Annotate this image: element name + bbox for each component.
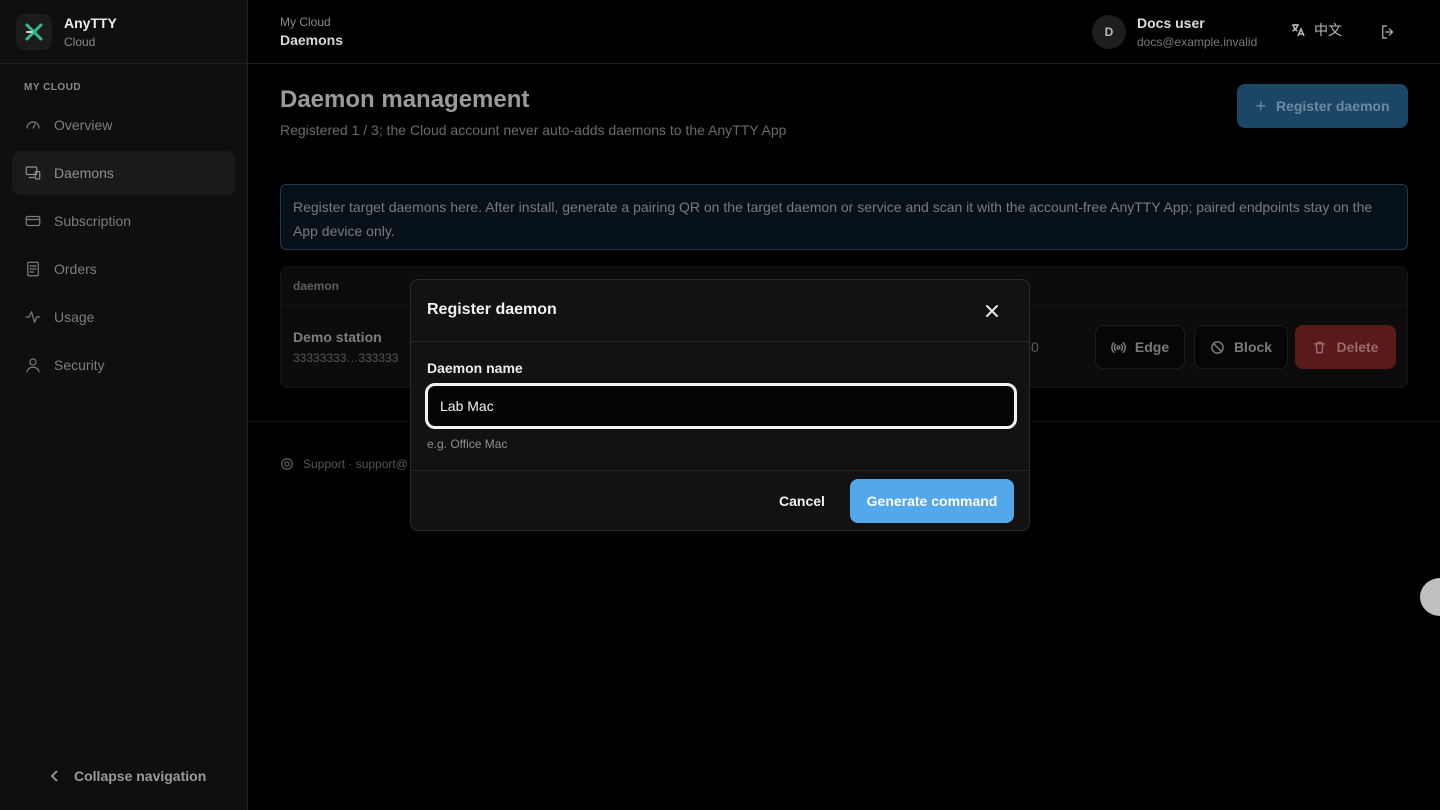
- breadcrumb-current: Daemons: [280, 32, 344, 48]
- brand-subtitle: Cloud: [64, 34, 96, 49]
- language-switch-button[interactable]: 中文: [1290, 20, 1342, 40]
- sidebar-item-label: Overview: [54, 117, 113, 133]
- close-icon: [986, 305, 998, 317]
- info-banner: Register target daemons here. After inst…: [280, 184, 1408, 250]
- support-text: Support · support@: [303, 457, 408, 471]
- block-button[interactable]: Block: [1194, 325, 1288, 369]
- plus-icon: +: [1255, 95, 1266, 116]
- gauge-icon: [26, 121, 40, 129]
- sidebar: AnyTTY Cloud MY CLOUD Overview Daemons S…: [0, 0, 248, 810]
- daemon-name-input[interactable]: [425, 383, 1017, 429]
- broadcast-icon: [1111, 341, 1126, 353]
- register-daemon-label: Register daemon: [1275, 98, 1390, 114]
- nav-section-label: MY CLOUD: [24, 82, 82, 93]
- collapse-navigation-label: Collapse navigation: [74, 768, 207, 784]
- page-subtitle: Registered 1 / 3; the Cloud account neve…: [280, 122, 787, 138]
- cancel-button[interactable]: Cancel: [767, 479, 837, 523]
- chevron-left-icon: [50, 770, 58, 782]
- block-label: Block: [1233, 339, 1273, 355]
- trash-icon: [1314, 341, 1326, 353]
- close-button[interactable]: [979, 298, 1005, 324]
- daemon-name: Demo station: [293, 329, 382, 345]
- sidebar-item-label: Orders: [54, 261, 97, 277]
- support-icon: [281, 458, 293, 470]
- logout-button[interactable]: [1376, 20, 1400, 44]
- dialog-title: Register daemon: [427, 301, 557, 318]
- sidebar-item-security[interactable]: Security: [12, 343, 235, 387]
- daemon-name-hint: e.g. Office Mac: [427, 437, 508, 451]
- sidebar-item-label: Usage: [54, 309, 95, 325]
- devices-icon: [25, 166, 41, 180]
- register-daemon-button[interactable]: + Register daemon: [1237, 84, 1408, 128]
- delete-label: Delete: [1336, 339, 1379, 355]
- sidebar-item-label: Daemons: [54, 165, 114, 181]
- ban-icon: [1211, 340, 1224, 354]
- sidebar-item-daemons[interactable]: Daemons: [12, 151, 235, 195]
- logout-icon: [1382, 25, 1394, 39]
- collapse-navigation-button[interactable]: Collapse navigation: [48, 768, 206, 784]
- floating-assistant-button[interactable]: [1420, 578, 1440, 616]
- language-label: 中文: [1314, 22, 1342, 38]
- support-link[interactable]: Support · support@: [280, 457, 408, 471]
- sidebar-item-label: Security: [54, 357, 105, 373]
- translate-icon: [1292, 24, 1305, 37]
- top-bar: My Cloud Daemons D Docs user docs@exampl…: [248, 0, 1440, 64]
- user-icon: [26, 358, 40, 373]
- avatar[interactable]: D: [1092, 15, 1126, 49]
- user-name: Docs user: [1137, 15, 1205, 31]
- daemon-id: 33333333…333333: [293, 351, 399, 365]
- page-title: Daemon management: [280, 86, 530, 113]
- generate-command-button[interactable]: Generate command: [850, 479, 1014, 523]
- edge-button[interactable]: Edge: [1095, 325, 1185, 369]
- column-header-daemon: daemon: [293, 279, 340, 293]
- daemon-name-label: Daemon name: [427, 360, 523, 376]
- sidebar-item-subscription[interactable]: Subscription: [12, 199, 235, 243]
- credit-card-icon: [25, 215, 41, 227]
- activity-icon: [25, 311, 41, 323]
- user-email: docs@example.invalid: [1137, 35, 1258, 49]
- delete-button[interactable]: Delete: [1295, 325, 1396, 369]
- sidebar-item-orders[interactable]: Orders: [12, 247, 235, 291]
- receipt-icon: [27, 261, 39, 277]
- brand-name: AnyTTY: [64, 14, 117, 31]
- sidebar-item-label: Subscription: [54, 213, 132, 229]
- anytty-logo: [16, 13, 52, 50]
- breadcrumb-parent[interactable]: My Cloud: [280, 15, 331, 29]
- daemon-count: 0: [1031, 339, 1039, 355]
- sidebar-item-usage[interactable]: Usage: [12, 295, 235, 339]
- sidebar-item-overview[interactable]: Overview: [12, 103, 235, 147]
- edge-label: Edge: [1134, 339, 1170, 355]
- brand: AnyTTY Cloud: [0, 0, 247, 64]
- register-daemon-dialog: Register daemon Daemon name e.g. Office …: [410, 279, 1030, 531]
